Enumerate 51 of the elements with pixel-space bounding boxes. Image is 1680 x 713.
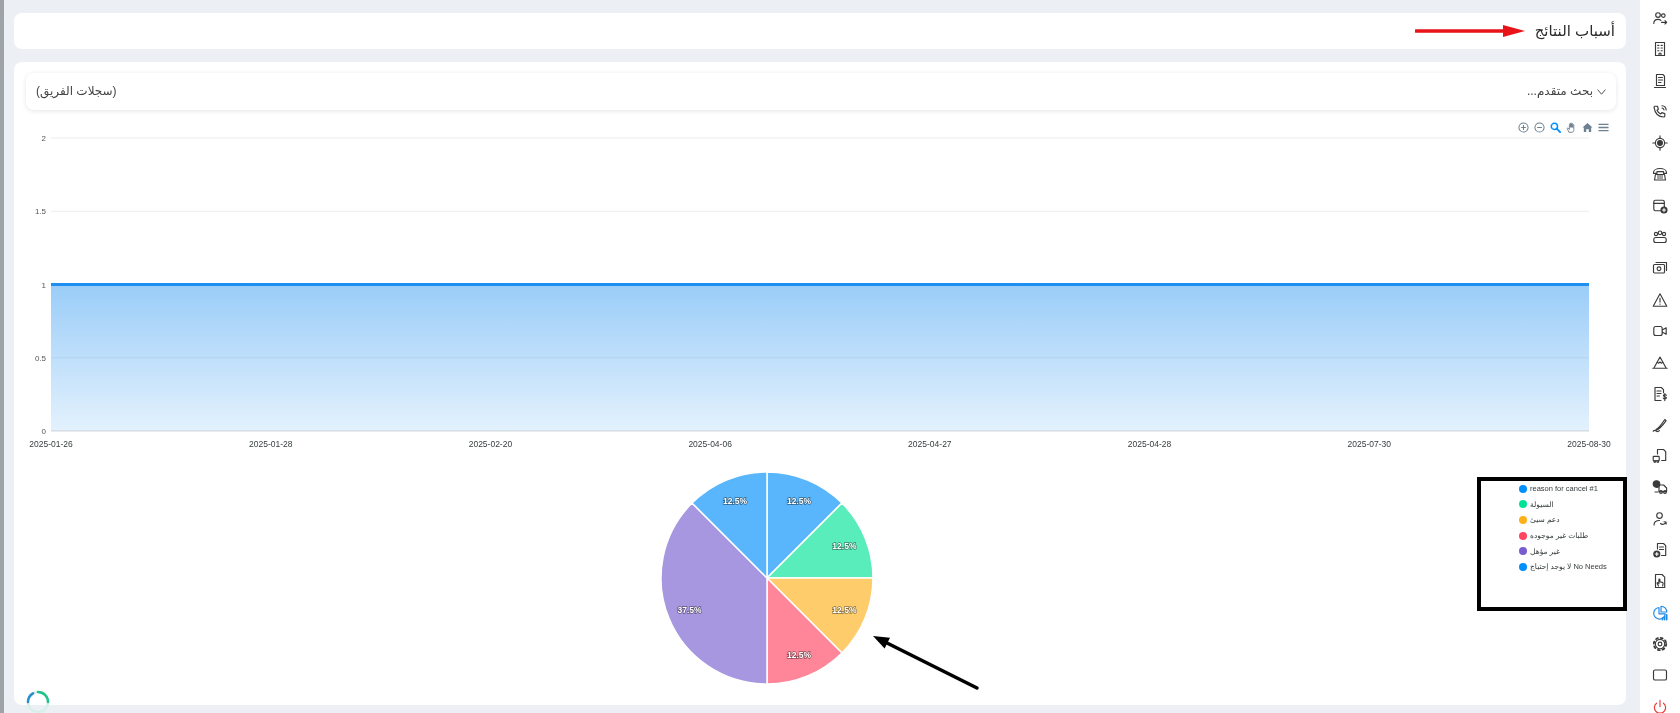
advanced-search-toggle[interactable]: بحث متقدم... (1526, 83, 1606, 100)
document-plus-icon[interactable] (1652, 542, 1668, 559)
slice-label: 12.5% (832, 541, 857, 551)
truck-icon[interactable] (1652, 479, 1668, 496)
x-axis-label: 2025-04-28 (1127, 439, 1172, 449)
x-axis-label: 2025-01-26 (29, 439, 73, 449)
screen-icon[interactable] (1652, 667, 1668, 684)
zoom-out-icon[interactable] (1534, 121, 1545, 133)
phone-icon[interactable] (1652, 103, 1668, 120)
group-icon[interactable] (1652, 229, 1668, 246)
slice-label: 12.5% (786, 650, 812, 661)
magnifier-icon[interactable] (1550, 121, 1561, 133)
x-axis-label: 2025-07-30 (1347, 439, 1392, 449)
slice-label: 37.5% (677, 605, 702, 615)
document-icon[interactable] (1652, 72, 1668, 89)
x-axis-label: 2025-04-27 (908, 439, 952, 449)
settings-icon[interactable] (1652, 635, 1668, 652)
calendar-plus-icon[interactable] (1652, 197, 1668, 214)
slice-label: 12.5% (832, 605, 857, 615)
mountain-icon[interactable] (1652, 354, 1668, 371)
loading-spinner-icon (26, 690, 50, 713)
x-axis-label: 2025-04-06 (688, 439, 732, 449)
slice-label: 12.5% (722, 495, 748, 506)
document-hand-icon[interactable] (1652, 573, 1668, 590)
y-axis-label: 1.5 (34, 207, 46, 217)
invoice-icon[interactable] (1652, 385, 1668, 402)
telephone-icon[interactable] (1652, 166, 1668, 183)
pie-chart-icon[interactable] (1652, 604, 1668, 621)
page-title: أسباب النتائج (1534, 22, 1615, 40)
user-icon[interactable] (1652, 510, 1668, 527)
y-axis-label: 0.5 (34, 353, 46, 363)
x-axis-label: 2025-08-30 (1567, 439, 1611, 449)
scope-label: (سجلات الفريق) (36, 83, 117, 100)
building-icon[interactable] (1652, 41, 1668, 58)
warning-icon[interactable] (1652, 291, 1668, 308)
users-icon[interactable] (1652, 10, 1668, 26)
y-axis-label: 1 (41, 280, 46, 290)
home-icon[interactable] (1582, 121, 1593, 133)
zoom-in-icon[interactable] (1518, 121, 1529, 133)
pen-icon[interactable] (1652, 416, 1668, 433)
hand-icon[interactable] (1566, 121, 1577, 133)
x-axis-label: 2025-01-28 (248, 439, 293, 449)
y-axis-label: 0 (41, 427, 46, 436)
slice-label: 12.5% (786, 495, 812, 506)
delivery-document-icon[interactable] (1652, 448, 1668, 465)
power-icon[interactable] (1652, 698, 1668, 713)
x-axis-label: 2025-02-20 (468, 439, 513, 449)
crosshair-icon[interactable] (1652, 135, 1668, 152)
y-axis-label: 2 (41, 136, 46, 143)
menu-icon[interactable] (1598, 121, 1609, 133)
banknote-icon[interactable] (1652, 260, 1668, 277)
